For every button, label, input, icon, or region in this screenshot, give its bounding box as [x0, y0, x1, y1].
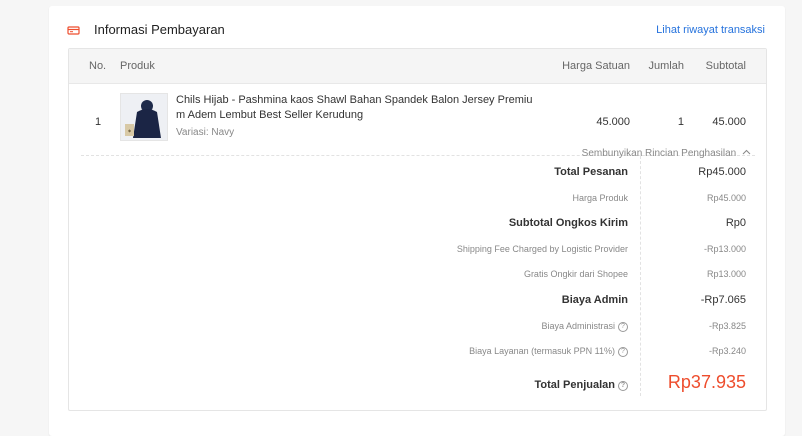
summary-value: Rp45.000 [698, 166, 746, 178]
table-header: No. Produk Harga Satuan Jumlah Subtotal [69, 49, 766, 84]
payment-info-card: Informasi Pembayaran Lihat riwayat trans… [49, 6, 785, 436]
summary-label-with-help: Biaya Administrasi? [541, 321, 628, 332]
summary-biaya-administrasi: Biaya Administrasi? -Rp3.825 [69, 321, 766, 341]
row-number: 1 [95, 116, 102, 128]
summary-label: Shipping Fee Charged by Logistic Provide… [456, 244, 628, 254]
summary-label: Biaya Administrasi [541, 321, 615, 331]
page-title: Informasi Pembayaran [94, 22, 225, 37]
product-image-icon: ◆ [121, 94, 167, 140]
summary-subtotal-ongkir: Subtotal Ongkos Kirim Rp0 [69, 217, 766, 237]
summary-label-with-help: Biaya Layanan (termasuk PPN 11%)? [469, 346, 628, 357]
question-circle-icon[interactable]: ? [618, 347, 628, 357]
summary-value: -Rp7.065 [700, 294, 746, 306]
summary-total-pesanan: Total Pesanan Rp45.000 [69, 166, 766, 186]
question-circle-icon[interactable]: ? [618, 322, 628, 332]
row-subtotal: 45.000 [712, 116, 746, 128]
product-thumbnail[interactable]: ◆ [120, 93, 168, 141]
summary-harga-produk: Harga Produk Rp45.000 [69, 193, 766, 213]
product-variant: Variasi: Navy [176, 127, 235, 138]
summary-label: Total Pesanan [554, 166, 628, 178]
summary-label: Biaya Layanan (termasuk PPN 11%) [469, 346, 615, 356]
total-sales-value: Rp37.935 [667, 372, 746, 392]
question-circle-icon[interactable]: ? [618, 381, 628, 391]
transaction-history-link[interactable]: Lihat riwayat transaksi [656, 24, 765, 36]
summary-biaya-layanan: Biaya Layanan (termasuk PPN 11%)? -Rp3.2… [69, 346, 766, 366]
chevron-up-icon [742, 149, 751, 155]
column-header-no: No. [89, 60, 107, 72]
summary-value: Rp0 [725, 217, 746, 229]
payment-card-icon [67, 26, 80, 35]
summary-gratis-ongkir: Gratis Ongkir dari Shopee Rp13.000 [69, 269, 766, 289]
column-header-product: Produk [120, 60, 155, 72]
order-table: No. Produk Harga Satuan Jumlah Subtotal … [68, 48, 767, 411]
summary-value: -Rp13.000 [703, 244, 746, 254]
summary-value: -Rp3.240 [708, 346, 746, 356]
table-row: 1 ◆ Chils Hijab - Pashmina kaos Shawl Ba… [69, 84, 766, 154]
column-header-qty: Jumlah [648, 60, 684, 72]
unit-price: 45.000 [596, 116, 630, 128]
summary-value: Rp45.000 [706, 193, 746, 203]
summary-biaya-admin: Biaya Admin -Rp7.065 [69, 294, 766, 314]
quantity: 1 [677, 116, 684, 128]
product-name[interactable]: Chils Hijab - Pashmina kaos Shawl Bahan … [176, 93, 536, 123]
summary-shipping-fee: Shipping Fee Charged by Logistic Provide… [69, 244, 766, 264]
summary-label: Biaya Admin [561, 294, 628, 306]
summary-label-with-help: Total Penjualan? [535, 379, 628, 391]
column-header-subtotal: Subtotal [705, 60, 746, 72]
summary-total-penjualan: Total Penjualan? Rp37.935 [69, 372, 766, 400]
summary-label: Subtotal Ongkos Kirim [508, 217, 628, 229]
summary-label: Total Penjualan [534, 379, 615, 391]
toggle-label: Sembunyikan Rincian Penghasilan [581, 148, 737, 159]
column-header-unit-price: Harga Satuan [562, 60, 630, 72]
summary-label: Harga Produk [572, 193, 628, 203]
hide-income-details-toggle[interactable]: Sembunyikan Rincian Penghasilan [582, 148, 751, 159]
summary-value: Rp13.000 [706, 269, 746, 279]
summary-value: -Rp3.825 [708, 321, 746, 331]
summary-label: Gratis Ongkir dari Shopee [523, 269, 628, 279]
